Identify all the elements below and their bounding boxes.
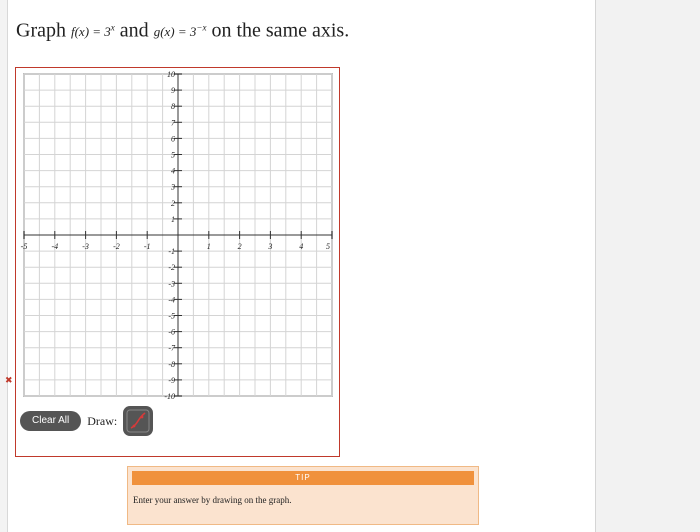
x-tick-label: -5 [21,242,28,251]
y-tick-label: 1 [171,215,175,224]
y-tick-label: -7 [168,344,176,353]
y-tick-label: -3 [168,279,175,288]
y-tick-label: -4 [168,295,175,304]
clear-all-button[interactable]: Clear All [20,411,82,431]
tip-heading: TIP [132,471,474,485]
draw-label: Draw: [87,413,118,428]
y-tick-label: -5 [168,312,175,321]
error-icon: ✖ [5,375,13,385]
tip-box: TIP Enter your answer by drawing on the … [127,466,479,525]
x-tick-label: -1 [144,242,151,251]
graph-canvas[interactable]: -5 -4 -3 -2 -1 1 2 3 4 510987654321-1-2-3-4-5-6-7… [20,70,336,400]
graph-controls: Clear All Draw: [20,404,154,438]
g-expression: g(x) = 3−x [153,23,207,40]
y-tick-label: 8 [171,102,175,111]
right-frame-panel [595,0,700,532]
x-tick-label: 4 [299,242,303,251]
x-tick-label: -4 [51,242,58,251]
question-prefix: Graph [16,19,66,42]
graph-container: -5 -4 -3 -2 -1 1 2 3 4 5 10 9 8 7 6 5 4 3 2 1 -1 -2 -3 -4 -5 -6 -7… [15,67,340,457]
f-expression: f(x) = 3x [70,23,115,40]
y-tick-label: 5 [171,151,175,160]
y-tick-label: -9 [168,376,175,385]
question-suffix: on the same axis. [211,19,350,42]
y-tick-label: 3 [170,183,175,192]
x-tick-label: 1 [207,242,211,251]
y-tick-label: -1 [168,247,175,256]
y-tick-label: -8 [168,360,175,369]
y-tick-label: -10 [164,392,175,400]
y-tick-label: 6 [171,134,175,143]
y-tick-label: 10 [167,70,175,79]
question-text: Graph f(x) = 3x and g(x) = 3−x on the sa… [16,14,349,46]
x-tick-label: -2 [113,242,120,251]
tip-text: Enter your answer by drawing on the grap… [133,495,292,505]
x-tick-label: 2 [238,242,242,251]
x-tick-label: 5 [326,242,330,251]
x-tick-label: 3 [267,242,272,251]
curve-draw-icon [126,409,150,433]
y-tick-label: -2 [168,263,175,272]
y-tick-label: 4 [171,167,175,176]
x-tick-label: -3 [82,242,89,251]
question-and: and [119,19,149,42]
y-tick-label: 2 [171,199,175,208]
y-tick-label: 9 [171,86,175,95]
y-tick-label: -6 [168,328,175,337]
left-frame-edge [0,0,8,532]
curve-draw-tool-button[interactable] [123,406,154,436]
